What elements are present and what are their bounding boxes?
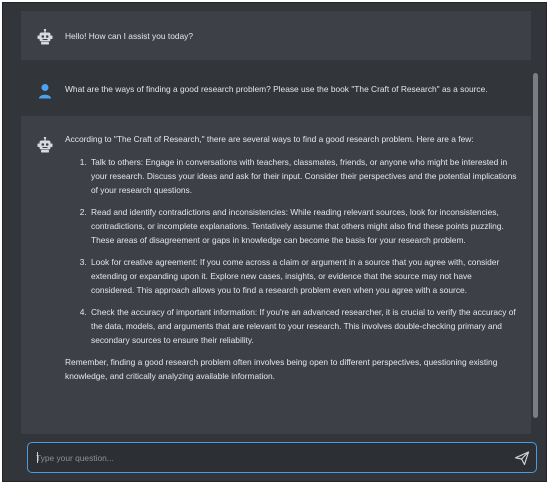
list-item: Read and identify contradictions and inc… <box>89 205 517 247</box>
user-message: What are the ways of finding a good rese… <box>21 67 531 109</box>
text-caret <box>37 452 38 463</box>
robot-icon <box>37 137 53 153</box>
chat-window: Hello! How can I assist you today? What … <box>2 2 547 482</box>
question-input[interactable] <box>36 450 506 465</box>
answer-outro: Remember, finding a good research proble… <box>65 357 498 381</box>
message-body: According to "The Craft of Research," th… <box>65 132 517 383</box>
list-item: Talk to others: Engage in conversations … <box>89 155 517 197</box>
chat-history: Hello! How can I assist you today? What … <box>3 3 546 435</box>
user-icon <box>39 84 51 99</box>
message-text: What are the ways of finding a good rese… <box>65 84 488 94</box>
list-item: Look for creative agreement: If you come… <box>89 255 517 297</box>
send-icon[interactable] <box>514 450 530 466</box>
answer-intro: According to "The Craft of Research," th… <box>65 134 474 144</box>
message-text: Hello! How can I assist you today? <box>65 31 194 41</box>
scrollbar[interactable] <box>533 73 538 418</box>
list-item: Check the accuracy of important informat… <box>89 305 517 347</box>
assistant-message: According to "The Craft of Research," th… <box>21 116 531 434</box>
question-composer <box>27 442 537 473</box>
answer-points-list: Talk to others: Engage in conversations … <box>65 155 517 347</box>
assistant-message: Hello! How can I assist you today? <box>21 11 531 60</box>
robot-icon <box>37 29 53 45</box>
